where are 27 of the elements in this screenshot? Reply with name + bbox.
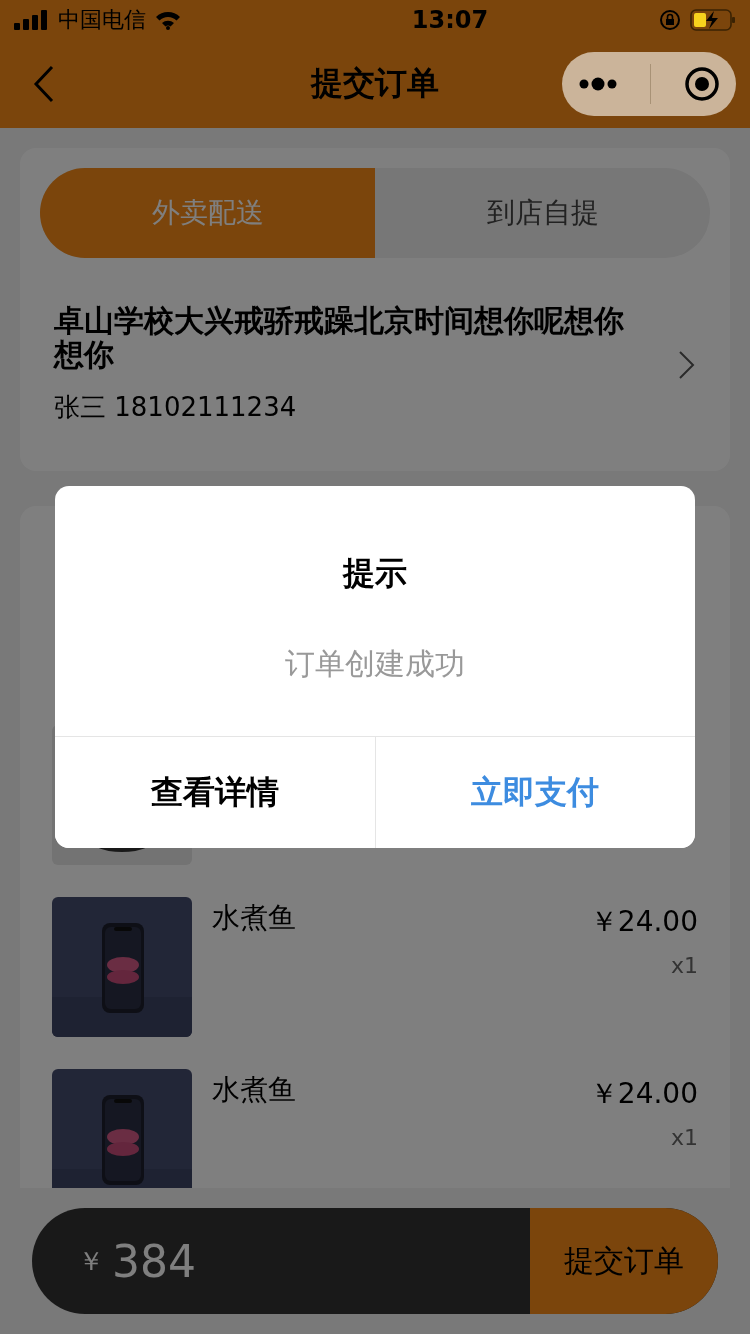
chevron-right-icon <box>678 349 696 380</box>
product-price: ￥24.00 <box>589 1076 698 1112</box>
dialog-title: 提示 <box>341 553 408 594</box>
currency-symbol: ￥ <box>78 1244 104 1278</box>
product-name: 水煮鱼 <box>212 900 297 936</box>
product-quantity: x1 <box>670 953 698 978</box>
more-icon <box>578 76 619 92</box>
page-title: 提交订单 <box>309 63 440 104</box>
total-amount: 384 <box>112 1235 196 1287</box>
dialog-message: 订单创建成功 <box>284 645 466 683</box>
product-price: ￥24.00 <box>589 904 698 940</box>
rotation-lock-icon <box>658 8 682 32</box>
contact-text: 张三 18102111234 <box>54 391 298 424</box>
delivery-tab[interactable]: 外卖配送 <box>40 168 375 258</box>
delivery-tab[interactable]: 到店自提 <box>375 168 710 258</box>
wifi-icon <box>154 10 182 30</box>
close-icon <box>683 66 720 102</box>
signal-icon <box>14 10 50 30</box>
pay-now-button[interactable]: 立即支付 <box>374 737 695 848</box>
submit-button[interactable]: 提交订单 <box>530 1208 718 1314</box>
product-name: 水煮鱼 <box>212 1072 297 1108</box>
battery-icon <box>690 8 736 32</box>
address-text: 卓山学校大兴戒骄戒躁北京时间想你呢想你想你 <box>54 304 625 372</box>
back-icon <box>32 64 56 104</box>
status-time: 13:07 <box>411 6 489 34</box>
product-quantity: x1 <box>670 1125 698 1150</box>
carrier-name: 中国电信 <box>58 6 146 34</box>
